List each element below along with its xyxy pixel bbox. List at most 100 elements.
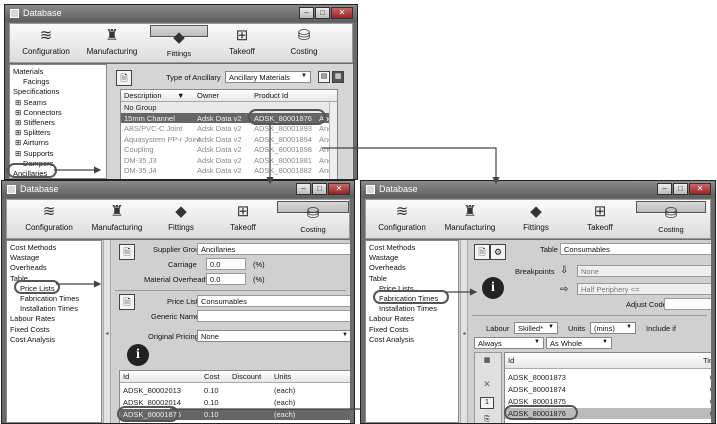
cell: (each) (274, 410, 296, 419)
tree-item-materials[interactable]: Materials (13, 67, 103, 77)
always-select[interactable]: Always ▼ (474, 337, 544, 349)
close-button[interactable]: ✕ (331, 7, 353, 19)
tree-item-stiffeners[interactable]: ⊞ Stiffeners (13, 118, 103, 128)
title-bar: Database – □ ✕ (2, 181, 354, 198)
column-header-time[interactable]: Tim (703, 356, 711, 365)
column-header-id[interactable]: Id (508, 356, 514, 365)
material-overheads-field[interactable]: 0.0 (206, 273, 246, 285)
tree-item-airturns[interactable]: ⊞ Airturns (13, 138, 103, 148)
tab-configuration[interactable]: ≋ Configuration (14, 25, 78, 62)
column-header-owner[interactable]: Owner (197, 91, 219, 100)
close-button[interactable]: ✕ (689, 183, 711, 195)
column-header-product-id[interactable]: Product Id (254, 91, 288, 100)
tree-item-seams[interactable]: ⊞ Seams (13, 98, 103, 108)
tree-item-supports[interactable]: ⊞ Supports (13, 149, 103, 159)
expand-icon[interactable]: ⊞ (15, 138, 23, 147)
table-field[interactable]: Consumables (560, 243, 711, 255)
column-header-discount[interactable]: Discount (232, 372, 261, 381)
settings-icon[interactable]: ⚙ (490, 244, 506, 260)
tab-costing[interactable]: ⛁ Costing (277, 201, 349, 234)
list-view-icon[interactable]: ▦ (332, 71, 344, 83)
breakpoint-down-field[interactable]: None (577, 265, 711, 277)
tree-item-cost-methods[interactable]: Cost Methods (369, 243, 455, 253)
document-icon[interactable]: 🗎 (119, 294, 135, 310)
tab-configuration[interactable]: ≋ Configuration (370, 201, 434, 238)
tree-item-fixed-costs[interactable]: Fixed Costs (10, 325, 98, 335)
carriage-field[interactable]: 0.0 (206, 258, 246, 270)
table-row[interactable]: Coupling Adsk Data v2 ADSK_80001898 Anc (121, 144, 337, 155)
tree-item-facings[interactable]: Facings (13, 77, 103, 87)
tab-fittings[interactable]: ◆ Fittings (508, 201, 564, 238)
tree-item-fabrication-times[interactable]: Fabrication Times (10, 294, 98, 304)
tree-item-labour-rates[interactable]: Labour Rates (10, 314, 98, 324)
maximize-button[interactable]: □ (312, 183, 327, 195)
app-icon (7, 185, 16, 194)
delete-icon[interactable]: ✕ (480, 377, 494, 391)
tab-costing[interactable]: ⛁ Costing (636, 201, 706, 234)
maximize-button[interactable]: □ (673, 183, 688, 195)
labour-select[interactable]: Skilled* ▼ (514, 322, 558, 334)
column-header-units[interactable]: Units (274, 372, 291, 381)
tree-item-table[interactable]: Table (369, 274, 455, 284)
type-of-ancillary-select[interactable]: Ancillary Materials ▼ (225, 71, 311, 83)
breakpoint-across-field[interactable]: Half Periphery <= (577, 283, 711, 295)
cell: ADSK_80001898 (254, 145, 312, 154)
copy-icon[interactable]: ⎘ (480, 415, 494, 423)
original-pricing-select[interactable]: None ▼ (197, 330, 350, 342)
tab-configuration[interactable]: ≋ Configuration (17, 201, 81, 238)
tree-item-overheads[interactable]: Overheads (10, 263, 98, 273)
panel-splitter[interactable]: ◂ (460, 240, 468, 423)
tree-item-installation-times[interactable]: Installation Times (10, 304, 98, 314)
supplier-group-field[interactable]: Ancillaries (197, 243, 350, 255)
as-whole-select[interactable]: As Whole ▼ (546, 337, 612, 349)
table-row[interactable]: ADSK_80002013 0.10 (each) (120, 385, 350, 396)
tree-item-wastage[interactable]: Wastage (10, 253, 98, 263)
tree-item-connectors[interactable]: ⊞ Connectors (13, 108, 103, 118)
table-row[interactable]: DM-35 J3 Adsk Data v2 ADSK_80001881 Anc (121, 155, 337, 166)
close-button[interactable]: ✕ (328, 183, 350, 195)
document-icon[interactable]: 🗎 (116, 70, 132, 86)
panel-splitter[interactable]: ◂ (103, 240, 111, 423)
tree-item-installation-times[interactable]: Installation Times (369, 304, 455, 314)
column-header-id[interactable]: Id (123, 372, 129, 381)
tab-fittings[interactable]: ◆ Fittings (150, 25, 208, 58)
column-header-description[interactable]: Description (124, 91, 162, 100)
table-row[interactable]: DM-35 J4 Adsk Data v2 ADSK_80001882 Anc (121, 165, 337, 176)
tree-item-cost-analysis[interactable]: Cost Analysis (10, 335, 98, 345)
table-row[interactable]: ADSK_80001873 0 (505, 372, 711, 383)
price-list-field[interactable]: Consumables (197, 295, 350, 307)
grid-view-icon[interactable]: ▤ (318, 71, 330, 83)
document-icon[interactable]: 🗎 (119, 244, 135, 260)
tree-item-specifications[interactable]: Specifications (13, 87, 103, 97)
adjust-code-field[interactable] (664, 298, 711, 310)
minimize-button[interactable]: – (657, 183, 672, 195)
tree-item-splitters[interactable]: ⊞ Splitters (13, 128, 103, 138)
units-select[interactable]: (mins) ▼ (590, 322, 636, 334)
generic-name-field[interactable] (197, 310, 350, 322)
tab-takeoff[interactable]: ⊞ Takeoff (216, 25, 268, 62)
title-bar: Database – □ ✕ (5, 5, 357, 22)
tree-item-labour-rates[interactable]: Labour Rates (369, 314, 455, 324)
tab-manufacturing[interactable]: ♜ Manufacturing (440, 201, 500, 238)
tab-takeoff[interactable]: ⊞ Takeoff (572, 201, 628, 238)
tab-takeoff[interactable]: ⊞ Takeoff (215, 201, 271, 238)
tab-manufacturing[interactable]: ♜ Manufacturing (87, 201, 147, 238)
column-header-cost[interactable]: Cost (204, 372, 219, 381)
tree-item-wastage[interactable]: Wastage (369, 253, 455, 263)
maximize-button[interactable]: □ (315, 7, 330, 19)
tree-item-overheads[interactable]: Overheads (369, 263, 455, 273)
table-row[interactable]: ADSK_80001874 0 (505, 384, 711, 395)
tree-item-cost-methods[interactable]: Cost Methods (10, 243, 98, 253)
tree-item-cost-analysis[interactable]: Cost Analysis (369, 335, 455, 345)
grid-icon[interactable]: ▦ (480, 356, 494, 368)
tab-fittings[interactable]: ◆ Fittings (153, 201, 209, 238)
vertical-scrollbar[interactable] (329, 102, 337, 179)
minimize-button[interactable]: – (299, 7, 314, 19)
tab-costing[interactable]: ⛁ Costing (276, 25, 332, 62)
tab-manufacturing[interactable]: ♜ Manufacturing (82, 25, 142, 62)
minimize-button[interactable]: – (296, 183, 311, 195)
row-number-icon[interactable]: 1 (480, 397, 494, 409)
document-icon[interactable]: 🗎 (474, 244, 490, 260)
tree-item-fixed-costs[interactable]: Fixed Costs (369, 325, 455, 335)
table-row[interactable]: Aquasystem PP-r Joint Adsk Data v2 ADSK_80… (121, 134, 337, 145)
